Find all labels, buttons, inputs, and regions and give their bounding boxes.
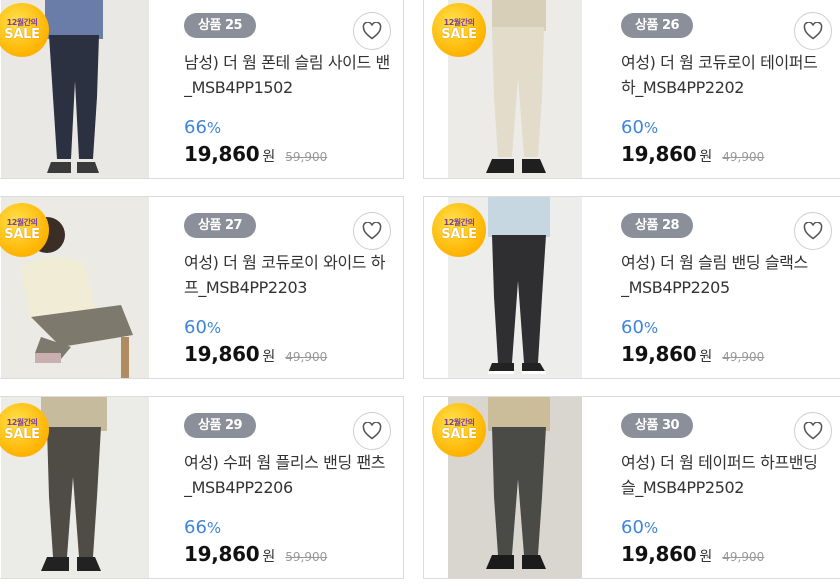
product-title[interactable]: 여성) 수퍼 웜 플리스 밴딩 팬츠_MSB4PP2206 — [184, 450, 394, 500]
product-card[interactable]: 12월간의 SALE 상품 25 남성) 더 웜 폰테 슬림 사이드 밴_MSB… — [0, 0, 404, 179]
wishlist-button[interactable] — [794, 212, 832, 250]
product-number-badge: 상품 30 — [621, 413, 694, 438]
currency-label: 원 — [699, 349, 713, 365]
wishlist-button[interactable] — [794, 412, 832, 450]
discount-rate: 60% — [621, 317, 834, 339]
sale-badge-line2: SALE — [4, 427, 40, 442]
product-title[interactable]: 여성) 더 웜 슬림 밴딩 슬랙스_MSB4PP2205 — [621, 250, 831, 300]
discount-value: 66 — [184, 517, 207, 538]
product-card[interactable]: 12월간의 SALE 상품 29 여성) 수퍼 웜 플리스 밴딩 팬츠_MSB4… — [0, 396, 404, 579]
sale-price: 19,860 — [184, 142, 260, 166]
discount-value: 60 — [621, 317, 644, 338]
currency-label: 원 — [699, 149, 713, 165]
discount-percent-sign: % — [643, 319, 659, 337]
discount-percent-sign: % — [643, 119, 659, 137]
discount-rate: 60% — [184, 317, 393, 339]
original-price: 59,900 — [285, 550, 328, 564]
currency-label: 원 — [262, 549, 276, 565]
heart-icon — [362, 222, 382, 240]
discount-percent-sign: % — [206, 519, 222, 537]
currency-label: 원 — [262, 349, 276, 365]
price-row: 19,860 원 49,900 — [621, 142, 834, 166]
heart-icon — [803, 422, 823, 440]
heart-icon — [803, 222, 823, 240]
discount-rate: 60% — [621, 517, 834, 539]
discount-value: 60 — [621, 117, 644, 138]
discount-percent-sign: % — [643, 519, 659, 537]
currency-label: 원 — [699, 549, 713, 565]
wishlist-button[interactable] — [353, 12, 391, 50]
original-price: 49,900 — [722, 150, 765, 164]
sale-badge-line2: SALE — [441, 227, 477, 242]
discount-percent-sign: % — [206, 319, 222, 337]
product-title[interactable]: 여성) 더 웜 테이퍼드 하프밴딩 슬_MSB4PP2502 — [621, 450, 831, 500]
sale-badge-line2: SALE — [4, 227, 40, 242]
sale-price: 19,860 — [621, 342, 697, 366]
sale-price: 19,860 — [184, 542, 260, 566]
product-title[interactable]: 여성) 더 웜 코듀로이 와이드 하프_MSB4PP2203 — [184, 250, 394, 300]
discount-value: 66 — [184, 117, 207, 138]
sale-price: 19,860 — [621, 142, 697, 166]
product-title[interactable]: 여성) 더 웜 코듀로이 테이퍼드 하_MSB4PP2202 — [621, 50, 831, 100]
product-number-badge: 상품 25 — [184, 13, 257, 38]
product-card[interactable]: 12월간의 SALE 상품 28 여성) 더 웜 슬림 밴딩 슬랙스_MSB4P… — [423, 196, 840, 379]
heart-icon — [362, 22, 382, 40]
product-number-badge: 상품 26 — [621, 13, 694, 38]
product-card[interactable]: 12월간의 SALE 상품 26 여성) 더 웜 코듀로이 테이퍼드 하_MSB… — [423, 0, 840, 179]
currency-label: 원 — [262, 149, 276, 165]
product-grid: 12월간의 SALE 상품 25 남성) 더 웜 폰테 슬림 사이드 밴_MSB… — [0, 0, 840, 587]
discount-rate: 60% — [621, 117, 834, 139]
sale-badge-line2: SALE — [4, 27, 40, 42]
original-price: 49,900 — [285, 350, 328, 364]
product-number-badge: 상품 27 — [184, 213, 257, 238]
price-row: 19,860 원 59,900 — [184, 142, 393, 166]
price-row: 19,860 원 49,900 — [621, 342, 834, 366]
discount-rate: 66% — [184, 517, 393, 539]
sale-badge-line2: SALE — [441, 427, 477, 442]
wishlist-button[interactable] — [353, 212, 391, 250]
heart-icon — [803, 22, 823, 40]
discount-percent-sign: % — [206, 119, 222, 137]
product-number-badge: 상품 28 — [621, 213, 694, 238]
product-number-badge: 상품 29 — [184, 413, 257, 438]
wishlist-button[interactable] — [794, 12, 832, 50]
sale-price: 19,860 — [184, 342, 260, 366]
sale-price: 19,860 — [621, 542, 697, 566]
sale-badge-line2: SALE — [441, 27, 477, 42]
product-card[interactable]: 12월간의 SALE 상품 27 여성) 더 웜 코듀로이 와이드 하프_MSB… — [0, 196, 404, 379]
sale-badge: 12월간의 SALE — [432, 403, 486, 457]
heart-icon — [362, 422, 382, 440]
price-row: 19,860 원 49,900 — [621, 542, 834, 566]
discount-rate: 66% — [184, 117, 393, 139]
price-row: 19,860 원 59,900 — [184, 542, 393, 566]
sale-badge: 12월간의 SALE — [432, 3, 486, 57]
discount-value: 60 — [621, 517, 644, 538]
product-title[interactable]: 남성) 더 웜 폰테 슬림 사이드 밴_MSB4PP1502 — [184, 50, 394, 100]
wishlist-button[interactable] — [353, 412, 391, 450]
original-price: 49,900 — [722, 350, 765, 364]
sale-badge: 12월간의 SALE — [432, 203, 486, 257]
product-card[interactable]: 12월간의 SALE 상품 30 여성) 더 웜 테이퍼드 하프밴딩 슬_MSB… — [423, 396, 840, 579]
price-row: 19,860 원 49,900 — [184, 342, 393, 366]
discount-value: 60 — [184, 317, 207, 338]
original-price: 59,900 — [285, 150, 328, 164]
original-price: 49,900 — [722, 550, 765, 564]
